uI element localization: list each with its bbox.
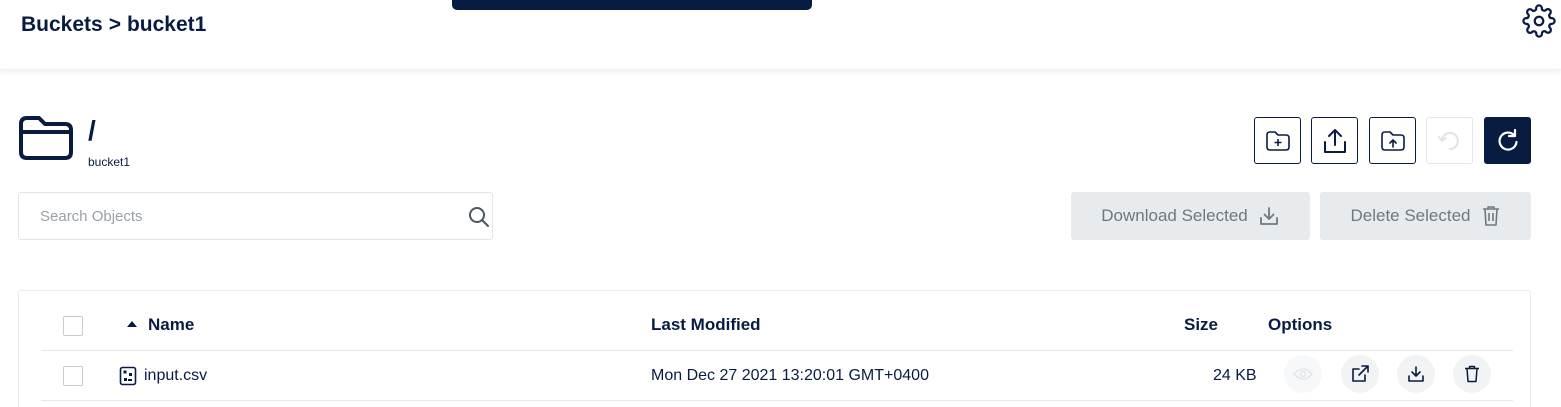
download-selected-button[interactable]: Download Selected xyxy=(1071,192,1310,240)
download-button[interactable] xyxy=(1397,355,1435,393)
sort-ascending-icon[interactable] xyxy=(126,320,138,328)
share-button[interactable] xyxy=(1341,355,1379,393)
breadcrumb-current: bucket1 xyxy=(126,13,207,36)
delete-selected-button[interactable]: Delete Selected xyxy=(1320,192,1531,240)
upload-folder-button[interactable] xyxy=(1369,117,1416,164)
delete-selected-label: Delete Selected xyxy=(1350,206,1471,225)
search-input[interactable] xyxy=(20,194,440,238)
download-selected-label: Download Selected xyxy=(1101,206,1248,225)
refresh-icon xyxy=(1497,128,1518,151)
folder-plus-icon xyxy=(1265,130,1290,151)
upload-icon xyxy=(1323,128,1346,153)
breadcrumb: Buckets > bucket1 xyxy=(21,13,206,37)
upload-file-button[interactable] xyxy=(1311,117,1358,164)
download-icon xyxy=(1259,207,1278,225)
objects-table: Name Last Modified Size Options input.cs… xyxy=(18,290,1531,407)
column-header-name[interactable]: Name xyxy=(148,315,194,335)
top-bar: Buckets > bucket1 xyxy=(0,0,1561,70)
column-header-size[interactable]: Size xyxy=(1184,315,1218,335)
delete-button[interactable] xyxy=(1453,355,1491,393)
breadcrumb-separator: > xyxy=(108,13,121,36)
column-header-options: Options xyxy=(1268,315,1333,334)
download-icon xyxy=(1408,366,1424,382)
column-header-last-modified[interactable]: Last Modified xyxy=(651,315,761,335)
rewind-icon xyxy=(1437,131,1459,150)
row-checkbox[interactable] xyxy=(63,366,83,386)
trash-icon xyxy=(1482,206,1499,226)
search-box xyxy=(18,192,493,240)
current-path: / xyxy=(88,115,96,146)
create-folder-button[interactable] xyxy=(1254,117,1301,164)
file-icon xyxy=(119,366,137,386)
breadcrumb-buckets[interactable]: Buckets xyxy=(21,13,103,37)
row-divider xyxy=(41,400,1513,401)
trash-icon xyxy=(1465,365,1479,383)
folder-upload-icon xyxy=(1380,130,1405,151)
rewind-button[interactable] xyxy=(1426,117,1473,164)
refresh-button[interactable] xyxy=(1484,117,1531,164)
file-name[interactable]: input.csv xyxy=(144,367,207,385)
bucket-name: bucket1 xyxy=(88,155,131,169)
search-icon[interactable] xyxy=(467,205,491,229)
share-icon xyxy=(1352,365,1369,382)
last-modified: Mon Dec 27 2021 13:20:01 GMT+0400 xyxy=(651,367,929,384)
folder-icon xyxy=(19,116,73,160)
top-notification-banner xyxy=(452,0,812,10)
preview-icon xyxy=(1293,368,1313,380)
preview-button[interactable] xyxy=(1284,355,1322,393)
select-all-checkbox[interactable] xyxy=(63,316,83,336)
gear-icon[interactable] xyxy=(1522,4,1556,38)
file-size: 24 KB xyxy=(1213,367,1257,384)
header-divider xyxy=(41,350,1513,351)
